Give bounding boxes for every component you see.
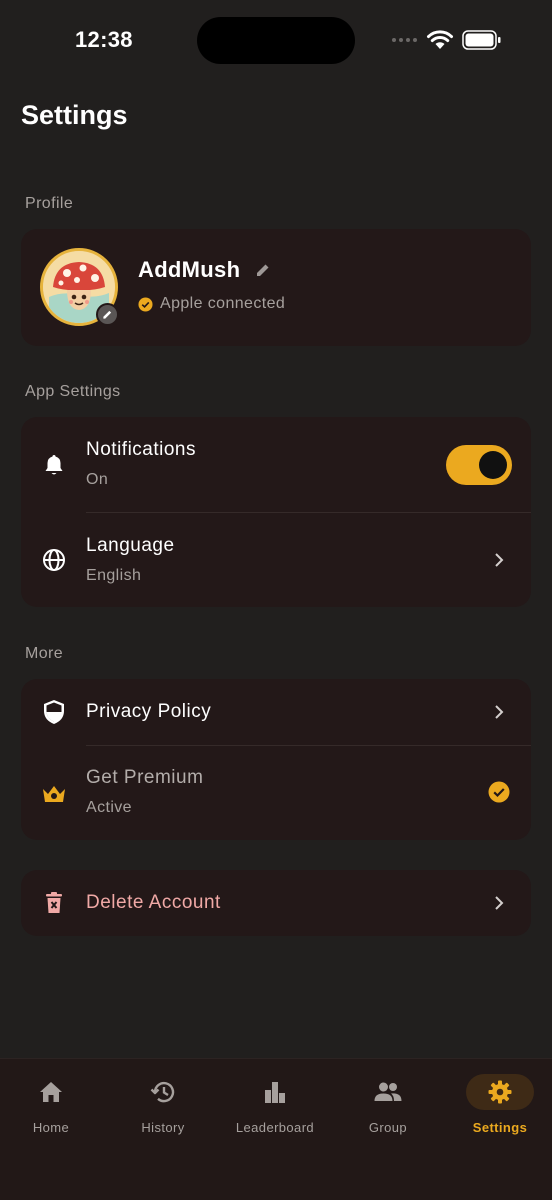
tab-label: Leaderboard (235, 1120, 315, 1135)
signal-icon (392, 38, 417, 42)
chevron-right-icon (495, 553, 504, 567)
tab-label: Group (368, 1120, 408, 1135)
tab-settings[interactable]: Settings (445, 1059, 552, 1159)
chevron-right-icon (495, 705, 504, 719)
app-settings-card: Notifications On Language English (21, 417, 531, 607)
connection-status: Apple connected (138, 295, 285, 313)
dynamic-island (197, 17, 355, 64)
wifi-icon (427, 30, 453, 49)
privacy-policy-row[interactable]: Privacy Policy (21, 679, 531, 745)
tab-label: History (141, 1120, 185, 1135)
gear-icon (466, 1074, 534, 1110)
crown-icon (41, 781, 67, 807)
tab-leaderboard[interactable]: Leaderboard (220, 1059, 330, 1159)
delete-account-row[interactable]: Delete Account (21, 870, 531, 936)
profile-card[interactable]: AddMush Apple connected (21, 229, 531, 346)
trash-icon (41, 890, 67, 916)
pencil-icon[interactable] (255, 262, 271, 278)
history-icon (129, 1074, 197, 1110)
shield-icon (41, 699, 67, 725)
tab-home[interactable]: Home (0, 1059, 106, 1159)
profile-name: AddMush (138, 257, 241, 282)
premium-row[interactable]: Get Premium Active (21, 746, 531, 840)
tab-label: Settings (472, 1120, 528, 1135)
tab-group[interactable]: Group (333, 1059, 443, 1159)
language-value: English (86, 567, 142, 584)
delete-account-label: Delete Account (86, 892, 221, 913)
status-bar: 12:38 (0, 0, 552, 80)
notifications-row[interactable]: Notifications On (21, 417, 531, 512)
connection-label: Apple connected (160, 295, 286, 312)
check-circle-icon (138, 296, 153, 312)
home-icon (17, 1074, 85, 1110)
battery-icon (462, 30, 501, 50)
tab-bar: Home History Leaderboard Group Settings (0, 1058, 552, 1200)
premium-title: Get Premium (86, 767, 204, 788)
language-row[interactable]: Language English (21, 513, 531, 607)
privacy-policy-title: Privacy Policy (86, 701, 212, 722)
tab-label: Home (32, 1120, 70, 1135)
section-label-profile: Profile (25, 195, 74, 212)
chevron-right-icon (495, 896, 504, 910)
toggle-knob (479, 451, 507, 479)
language-title: Language (86, 535, 175, 556)
notifications-toggle[interactable] (446, 445, 512, 485)
section-label-app-settings: App Settings (25, 383, 121, 400)
tab-history[interactable]: History (108, 1059, 218, 1159)
bell-icon (41, 452, 67, 478)
section-label-more: More (25, 645, 64, 662)
status-time: 12:38 (75, 27, 133, 52)
leaderboard-icon (241, 1074, 309, 1110)
globe-icon (41, 547, 67, 573)
check-circle-icon (488, 781, 510, 803)
premium-status: Active (86, 799, 132, 816)
avatar-edit-icon[interactable] (96, 303, 119, 326)
page-title: Settings (21, 100, 128, 130)
notifications-title: Notifications (86, 439, 196, 460)
notifications-value: On (86, 471, 109, 488)
more-card: Privacy Policy Get Premium Active (21, 679, 531, 840)
group-icon (354, 1074, 422, 1110)
